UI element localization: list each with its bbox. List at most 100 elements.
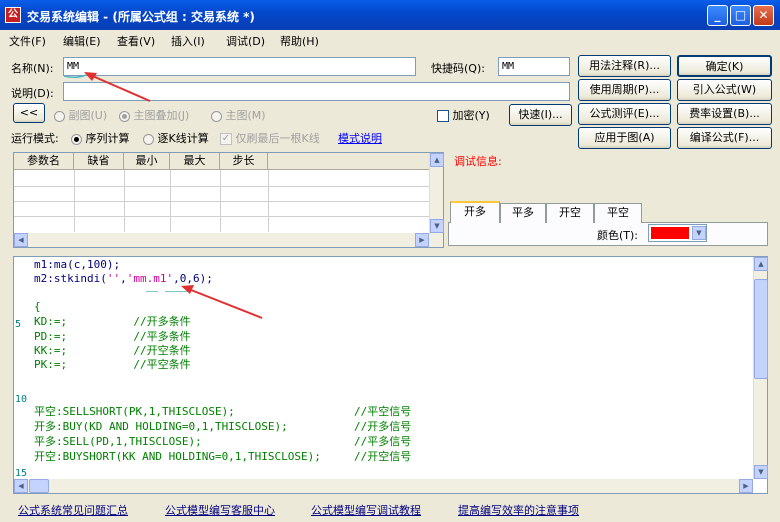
refresh-last-checkbox[interactable]: ✓ 仅刷最后一根K线	[220, 130, 320, 146]
tab-close-short[interactable]: 平空	[594, 203, 642, 223]
scroll-left-icon[interactable]: ◀	[14, 233, 28, 247]
code-token: ''	[106, 272, 121, 285]
collapse-button[interactable]: <<	[13, 103, 45, 123]
scroll-left-icon[interactable]: ◀	[14, 479, 28, 493]
scroll-down-icon[interactable]: ▼	[754, 465, 768, 479]
mode-seq-label: 序列计算	[85, 132, 130, 145]
radio-sub-chart[interactable]: 副图(U)	[54, 107, 107, 123]
param-col-min: 最小	[124, 153, 170, 169]
radio-icon	[54, 110, 65, 122]
editor-hscroll[interactable]: ◀ ▶	[14, 479, 753, 493]
menu-file[interactable]: 文件(F)	[9, 33, 46, 49]
line-number-gutter: 5 10 15	[14, 257, 34, 479]
mode-kline-label: 逐K线计算	[157, 132, 209, 145]
params-table[interactable]: 参数名 缺省 最小 最大 步长 ▲ ▼ ◀ ▶	[13, 152, 444, 248]
footer-link-tips[interactable]: 提高编写效率的注意事项	[458, 502, 579, 518]
color-select[interactable]: ▼	[648, 224, 707, 242]
line-number: 15	[15, 468, 28, 479]
editor-vscroll[interactable]: ▲ ▼	[753, 257, 768, 479]
menu-debug[interactable]: 调试(D)	[226, 33, 265, 49]
formula-test-button[interactable]: 公式测评(E)...	[578, 103, 671, 125]
radio-mode-kline[interactable]: 逐K线计算	[143, 130, 209, 146]
menu-help[interactable]: 帮助(H)	[280, 33, 319, 49]
radio-icon	[211, 110, 222, 122]
encrypt-label: 加密(Y)	[452, 109, 490, 122]
scroll-thumb[interactable]	[29, 479, 49, 493]
desc-field[interactable]	[63, 82, 570, 101]
radio-main-chart[interactable]: 主图(M)	[211, 107, 266, 123]
underline-mark	[165, 291, 191, 292]
param-col-step: 步长	[220, 153, 268, 169]
footer-link-faq[interactable]: 公式系统常见问题汇总	[18, 502, 128, 518]
params-header: 参数名 缺省 最小 最大 步长	[14, 153, 443, 170]
radio-main-overlay-label: 主图叠加(J)	[133, 109, 190, 122]
app-icon: 公	[5, 7, 21, 23]
minimize-icon[interactable]: _	[707, 5, 728, 26]
radio-main-label: 主图(M)	[225, 109, 266, 122]
scroll-right-icon[interactable]: ▶	[415, 233, 429, 247]
scroll-down-icon[interactable]: ▼	[430, 219, 444, 233]
code-token: KD:=; //开多条件	[34, 315, 191, 328]
code-line: PK:=; //平空条件	[34, 358, 191, 372]
title-bar[interactable]: 公 交易系统编辑 - (所属公式组 : 交易系统 *) _ □ ✕	[0, 0, 780, 30]
code-token: {	[34, 300, 41, 313]
code-editor[interactable]: 5 10 15 m1:ma(c,100); m2:stkindi('','mm.m…	[13, 256, 768, 494]
params-vscroll[interactable]: ▲ ▼	[429, 153, 444, 233]
encrypt-checkbox[interactable]: 加密(Y)	[437, 107, 490, 123]
code-line: 平多:SELL(PD,1,THISCLOSE); //平多信号	[34, 435, 411, 449]
fee-setting-button[interactable]: 费率设置(B)...	[677, 103, 772, 125]
code-line: 开多:BUY(KD AND HOLDING=0,1,THISCLOSE); //…	[34, 420, 411, 434]
code-token: m1:ma(c,100);	[34, 258, 121, 271]
menu-edit[interactable]: 编辑(E)	[63, 33, 101, 49]
footer-link-tutorial[interactable]: 公式模型编写调试教程	[311, 502, 421, 518]
code-line: m1:ma(c,100);	[34, 258, 120, 272]
refresh-last-label: 仅刷最后一根K线	[235, 132, 320, 145]
tab-open-long[interactable]: 开多	[450, 201, 500, 223]
import-formula-button[interactable]: 引入公式(W)	[677, 79, 772, 101]
code-line: KK:=; //开空条件	[34, 344, 191, 358]
code-line: 平空:SELLSHORT(PK,1,THISCLOSE); //平空信号	[34, 405, 411, 419]
scroll-up-icon[interactable]: ▲	[430, 153, 444, 167]
footer-link-service[interactable]: 公式模型编写客服中心	[165, 502, 275, 518]
apply-chart-button[interactable]: 应用于图(A)	[578, 127, 671, 149]
tab-open-short[interactable]: 开空	[546, 203, 594, 223]
code-token: ,	[120, 272, 127, 285]
code-line: 开空:BUYSHORT(KK AND HOLDING=0,1,THISCLOSE…	[34, 450, 411, 464]
scroll-thumb[interactable]	[754, 279, 768, 379]
radio-main-overlay[interactable]: 主图叠加(J)	[119, 107, 189, 123]
use-period-button[interactable]: 使用周期(P)...	[578, 79, 671, 101]
scroll-right-icon[interactable]: ▶	[739, 479, 753, 493]
menu-insert[interactable]: 插入(I)	[171, 33, 205, 49]
maximize-icon[interactable]: □	[730, 5, 751, 26]
close-icon[interactable]: ✕	[753, 5, 774, 26]
usage-note-button[interactable]: 用法注释(R)...	[578, 55, 671, 77]
ok-button[interactable]: 确定(K)	[677, 55, 772, 77]
menu-bar: 文件(F) 编辑(E) 查看(V) 插入(I) 调试(D) 帮助(H)	[0, 30, 780, 50]
radio-sub-label: 副图(U)	[68, 109, 108, 122]
debug-info-label: 调试信息:	[454, 155, 502, 168]
name-field[interactable]: MM	[63, 57, 416, 76]
color-swatch	[651, 227, 689, 239]
scroll-up-icon[interactable]: ▲	[754, 257, 768, 271]
hotkey-field[interactable]: MM	[498, 57, 570, 76]
params-hscroll[interactable]: ◀ ▶	[14, 233, 443, 247]
radio-mode-sequence[interactable]: 序列计算	[71, 130, 130, 146]
compile-formula-button[interactable]: 编译公式(F)...	[677, 127, 772, 149]
color-label: 颜色(T):	[597, 229, 639, 242]
underline-mark	[146, 291, 158, 292]
line-number: 10	[15, 394, 28, 405]
radio-icon	[119, 110, 130, 122]
code-line: PD:=; //平多条件	[34, 330, 191, 344]
fast-button[interactable]: 快速(I)...	[509, 104, 572, 126]
name-label: 名称(N):	[11, 62, 54, 75]
mode-help-link[interactable]: 模式说明	[338, 130, 382, 146]
line-number: 5	[15, 319, 22, 330]
window-title: 交易系统编辑 - (所属公式组 : 交易系统 *)	[27, 10, 255, 24]
code-line: KD:=; //开多条件	[34, 315, 191, 329]
menu-view[interactable]: 查看(V)	[117, 33, 155, 49]
chevron-down-icon[interactable]: ▼	[692, 226, 706, 240]
code-token: PD:=; //平多条件	[34, 330, 191, 343]
run-mode-label: 运行模式:	[11, 132, 59, 145]
checkbox-icon	[437, 110, 449, 122]
tab-close-long[interactable]: 平多	[500, 203, 546, 223]
